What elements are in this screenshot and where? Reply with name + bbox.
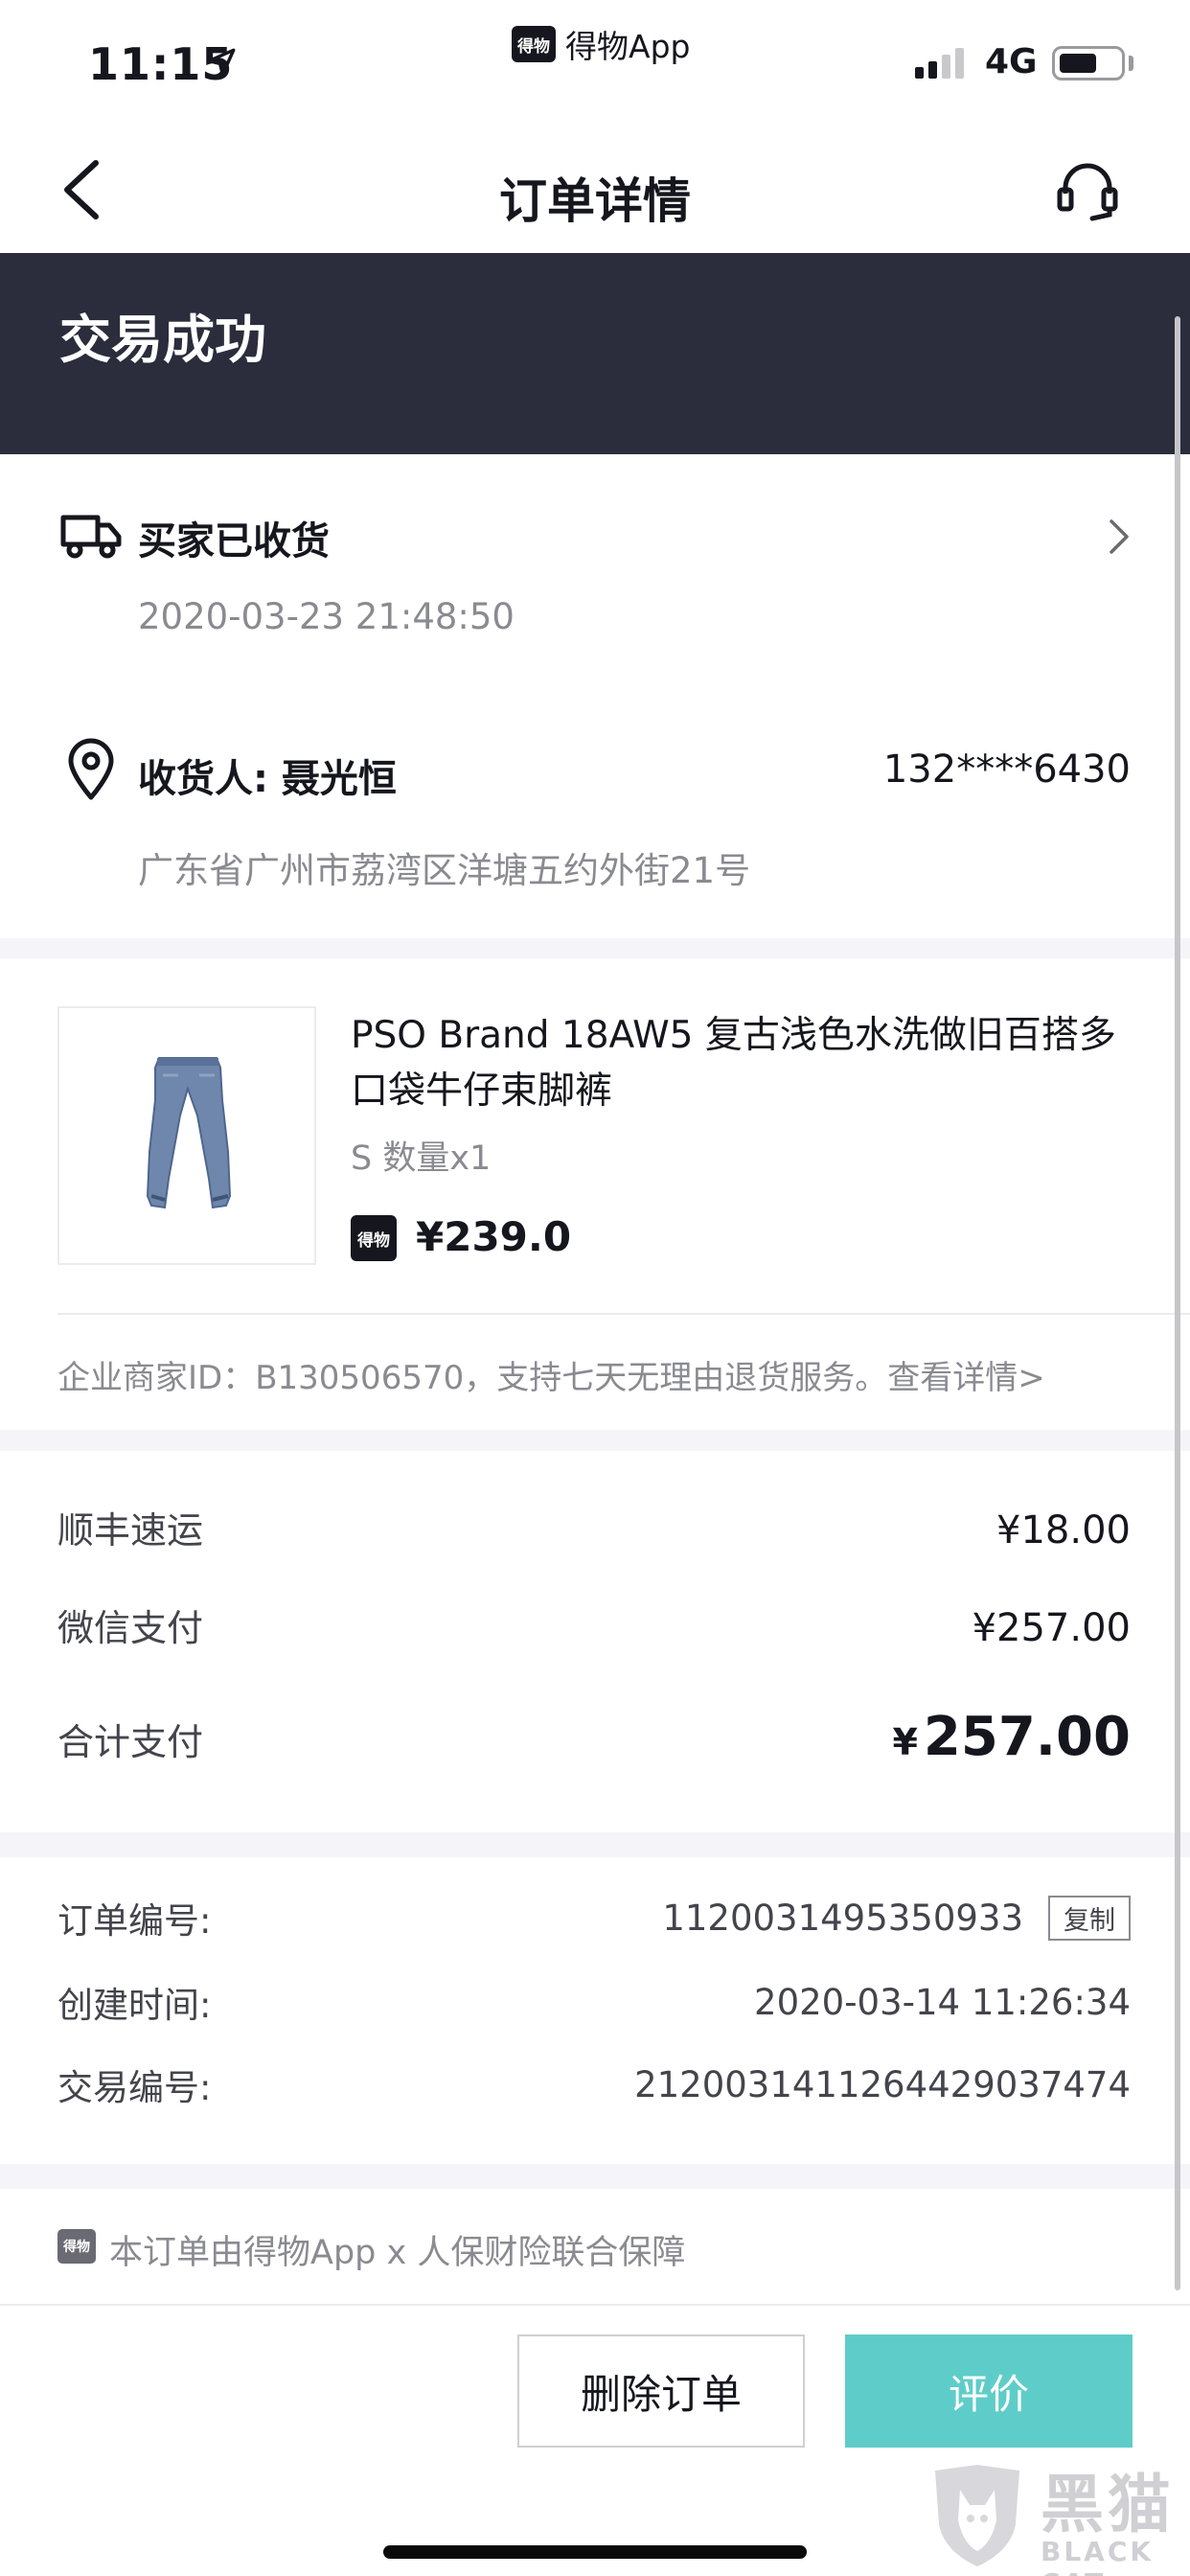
logistics-section[interactable]: 买家已收货 2020-03-23 21:48:50 收货人: 聂光恒 132**… <box>0 454 1190 938</box>
chevron-right-icon[interactable] <box>1106 516 1133 558</box>
signal-icon <box>915 46 964 79</box>
section-divider <box>0 1832 1190 1857</box>
payment-row-shipping: 顺丰速运 ¥18.00 <box>57 1501 1131 1553</box>
payment-row-wechat: 微信支付 ¥257.00 <box>57 1598 1131 1651</box>
created-time-row: 创建时间: 2020-03-14 11:26:34 <box>57 1976 1131 2028</box>
page-title: 订单详情 <box>499 173 691 229</box>
watermark-subtitle: BLACK CAT <box>1041 2536 1155 2576</box>
jeans-image <box>146 1057 232 1209</box>
created-time-label: 创建时间: <box>57 1985 212 2026</box>
insurance-text: 本订单由得物App x 人保财险联合保障 <box>109 2234 686 2272</box>
receiver-name: 收货人: 聂光恒 <box>138 757 397 801</box>
insurance-note: 得物 本订单由得物App x 人保财险联合保障 <box>0 2189 1190 2304</box>
order-number-row: 订单编号: 1120031495350933 复制 <box>57 1892 1131 1944</box>
payment-value: ¥257.00 <box>972 1606 1131 1650</box>
total-currency: ¥ <box>892 1721 918 1763</box>
product-price: ¥239.0 <box>416 1213 572 1260</box>
section-divider <box>0 2164 1190 2189</box>
payment-label: 微信支付 <box>57 1607 204 1649</box>
product-section[interactable]: PSO Brand 18AW5 复古浅色水洗做旧百搭多口袋牛仔束脚裤 S 数量x… <box>0 958 1190 1430</box>
total-value: 257.00 <box>923 1706 1131 1768</box>
total-label: 合计支付 <box>57 1721 204 1763</box>
dewu-small-logo-icon: 得物 <box>57 2229 96 2264</box>
app-logo-icon: 得物 <box>512 26 556 62</box>
payment-section: 顺丰速运 ¥18.00 微信支付 ¥257.00 合计支付 ¥257.00 <box>0 1451 1190 1832</box>
network-type: 4G <box>985 42 1038 81</box>
battery-cap <box>1129 56 1133 71</box>
order-number: 1120031495350933 <box>662 1897 1023 1939</box>
order-number-label: 订单编号: <box>57 1900 212 1942</box>
order-status-text: 交易成功 <box>59 310 266 370</box>
logistics-time: 2020-03-23 21:48:50 <box>138 596 515 637</box>
trade-number: 2120031411264429037474 <box>634 2063 1131 2105</box>
payment-label: 顺丰速运 <box>57 1509 204 1552</box>
payment-value: ¥18.00 <box>996 1508 1131 1552</box>
status-bar: 11:15 得物 得物App 4G <box>0 0 1190 128</box>
watermark-title: 黑猫 <box>1041 2468 1175 2542</box>
logistics-status: 买家已收货 <box>138 519 330 564</box>
section-divider <box>0 938 1190 958</box>
product-title: PSO Brand 18AW5 复古浅色水洗做旧百搭多口袋牛仔束脚裤 <box>351 1014 1116 1113</box>
receiver-address: 广东省广州市荔湾区洋塘五约外街21号 <box>138 850 751 891</box>
battery-icon <box>1052 46 1125 80</box>
status-app-indicator: 得物 得物App <box>512 21 690 67</box>
status-app-name: 得物App <box>565 28 691 65</box>
product-spec: S 数量x1 <box>351 1139 492 1178</box>
payment-row-total: 合计支付 ¥257.00 <box>57 1706 1131 1768</box>
product-image[interactable] <box>57 1006 316 1265</box>
created-time: 2020-03-14 11:26:34 <box>754 1981 1131 2023</box>
review-button[interactable]: 评价 <box>845 2334 1133 2448</box>
section-divider <box>0 1430 1190 1451</box>
truck-icon <box>60 515 122 559</box>
nav-bar: 订单详情 <box>0 128 1190 253</box>
trade-number-label: 交易编号: <box>57 2067 212 2108</box>
divider <box>57 1313 1190 1315</box>
copy-button[interactable]: 复制 <box>1048 1895 1131 1941</box>
order-status-banner: 交易成功 <box>0 253 1190 454</box>
headset-icon[interactable] <box>1054 157 1121 224</box>
scroll-indicator <box>1175 316 1180 2290</box>
location-pin-icon <box>68 738 114 800</box>
receiver-phone: 132****6430 <box>882 748 1131 792</box>
delete-order-button[interactable]: 删除订单 <box>517 2334 805 2448</box>
trade-number-row: 交易编号: 2120031411264429037474 <box>57 2058 1131 2110</box>
merchant-note-link[interactable]: 企业商家ID：B130506570，支持七天无理由退货服务。查看详情> <box>57 1351 1045 1398</box>
dewu-badge-icon: 得物 <box>351 1215 397 1261</box>
home-indicator[interactable] <box>383 2545 807 2559</box>
black-cat-watermark: 黑猫 BLACK CAT <box>927 2453 1190 2576</box>
location-arrow-icon <box>207 48 236 77</box>
total-amount: ¥257.00 <box>892 1706 1131 1768</box>
cat-shield-icon <box>935 2465 1019 2566</box>
order-info-section: 订单编号: 1120031495350933 复制 创建时间: 2020-03-… <box>0 1857 1190 2164</box>
